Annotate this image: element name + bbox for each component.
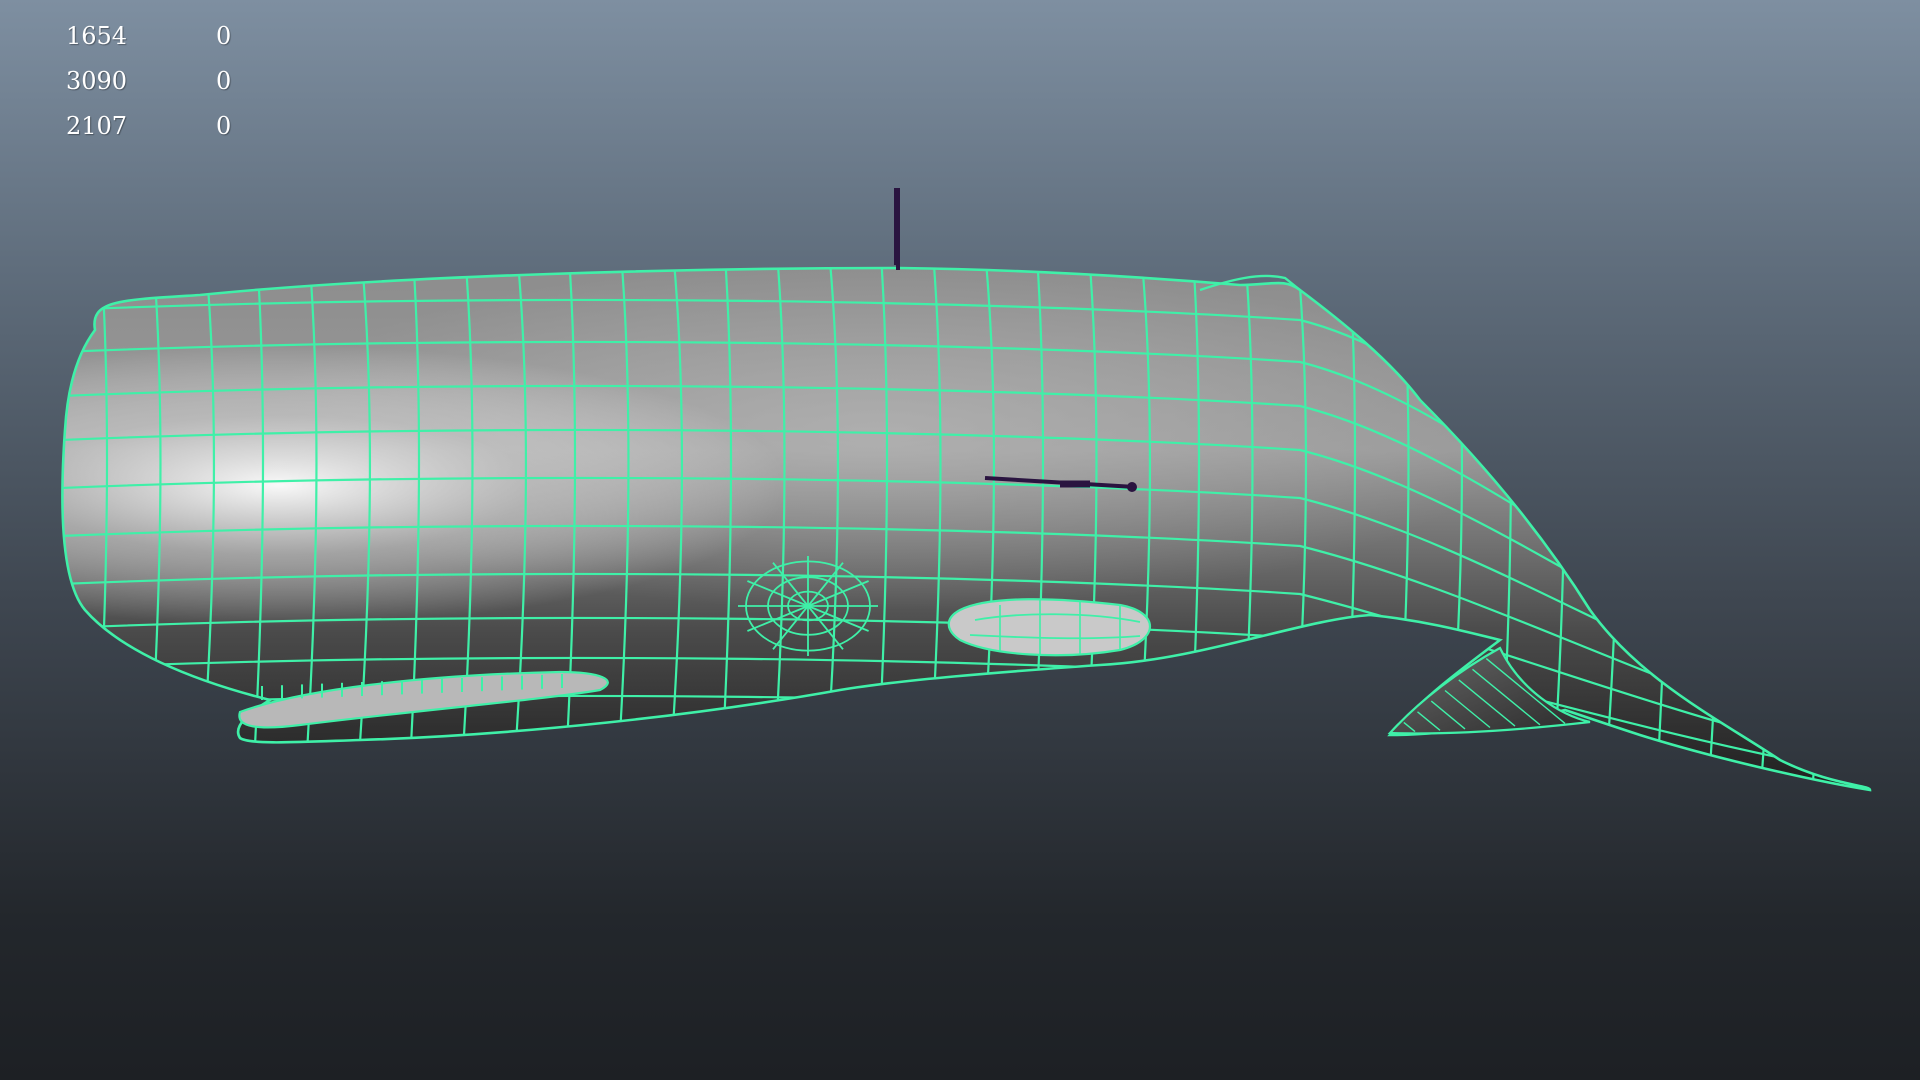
mesh-edge-loop — [1810, 268, 1825, 790]
3d-viewport[interactable]: 1654 0 3090 0 2107 0 — [0, 0, 1920, 1080]
mesh-edge-loop — [1758, 268, 1776, 790]
whale-mesh-scene[interactable] — [0, 0, 1920, 1080]
whale-body[interactable] — [60, 240, 1880, 810]
whale-pectoral-fin[interactable] — [947, 598, 1151, 657]
